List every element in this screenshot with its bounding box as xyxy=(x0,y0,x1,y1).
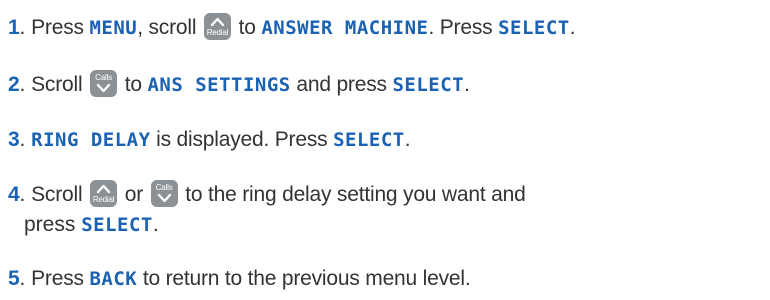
step-text: Press xyxy=(31,267,90,290)
step-text: . xyxy=(464,73,470,96)
step-text: to the ring delay setting you want and xyxy=(179,183,526,206)
step-text: to xyxy=(119,73,148,96)
step-2: 2. Scroll Calls to ANS SETTINGS and press… xyxy=(8,70,470,100)
step-text: to return to the previous menu level. xyxy=(137,267,471,290)
step-text: . xyxy=(404,128,411,151)
step-5: 5. Press BACK to return to the previous m… xyxy=(8,267,471,290)
step-number: 2 xyxy=(8,73,20,96)
display-text-ans-settings: ANS SETTINGS xyxy=(147,74,291,96)
step-text: is displayed. Press xyxy=(150,128,334,151)
step-text: Press xyxy=(31,16,90,39)
display-text-back: BACK xyxy=(89,268,138,290)
redial-key-label: Redial xyxy=(92,195,115,204)
step-number: 3 xyxy=(8,128,20,151)
step-text: and press xyxy=(290,73,393,96)
step-text: or xyxy=(119,183,149,206)
display-text-select: SELECT xyxy=(392,74,465,96)
step-4-continuation: press SELECT. xyxy=(24,210,159,240)
step-4: 4. Scroll Redial or Calls to the ring del… xyxy=(8,180,526,210)
step-number: 1 xyxy=(8,16,20,39)
display-text-menu: MENU xyxy=(89,17,138,39)
redial-key-label: Redial xyxy=(206,28,229,37)
step-3: 3. RING DELAY is displayed. Press SELECT. xyxy=(8,128,411,151)
step-text: . xyxy=(569,16,576,39)
calls-key-label: Calls xyxy=(95,73,112,82)
redial-up-key-icon: Redial xyxy=(203,13,231,40)
step-text: , scroll xyxy=(137,16,202,39)
calls-down-key-icon: Calls xyxy=(90,70,118,97)
display-text-ring-delay: RING DELAY xyxy=(31,129,151,151)
display-text-select: SELECT xyxy=(81,214,153,236)
step-number: 5 xyxy=(8,267,20,290)
step-text: . Press xyxy=(428,16,499,39)
display-text-select: SELECT xyxy=(498,17,570,39)
display-text-select: SELECT xyxy=(333,129,405,151)
instruction-steps: 1. Press MENU, scroll Redial to ANSWER MA… xyxy=(0,0,770,300)
step-number: 4 xyxy=(8,183,20,206)
step-text: . xyxy=(152,213,159,236)
calls-down-key-icon: Calls xyxy=(150,180,178,207)
step-text: Scroll xyxy=(31,73,89,96)
calls-key-label: Calls xyxy=(155,183,173,192)
redial-up-key-icon: Redial xyxy=(90,180,118,207)
step-1: 1. Press MENU, scroll Redial to ANSWER MA… xyxy=(8,13,576,43)
step-text: Scroll xyxy=(31,183,89,206)
display-text-answer-machine: ANSWER MACHINE xyxy=(261,17,429,39)
step-text: to xyxy=(232,16,262,39)
step-text: press xyxy=(24,213,82,236)
